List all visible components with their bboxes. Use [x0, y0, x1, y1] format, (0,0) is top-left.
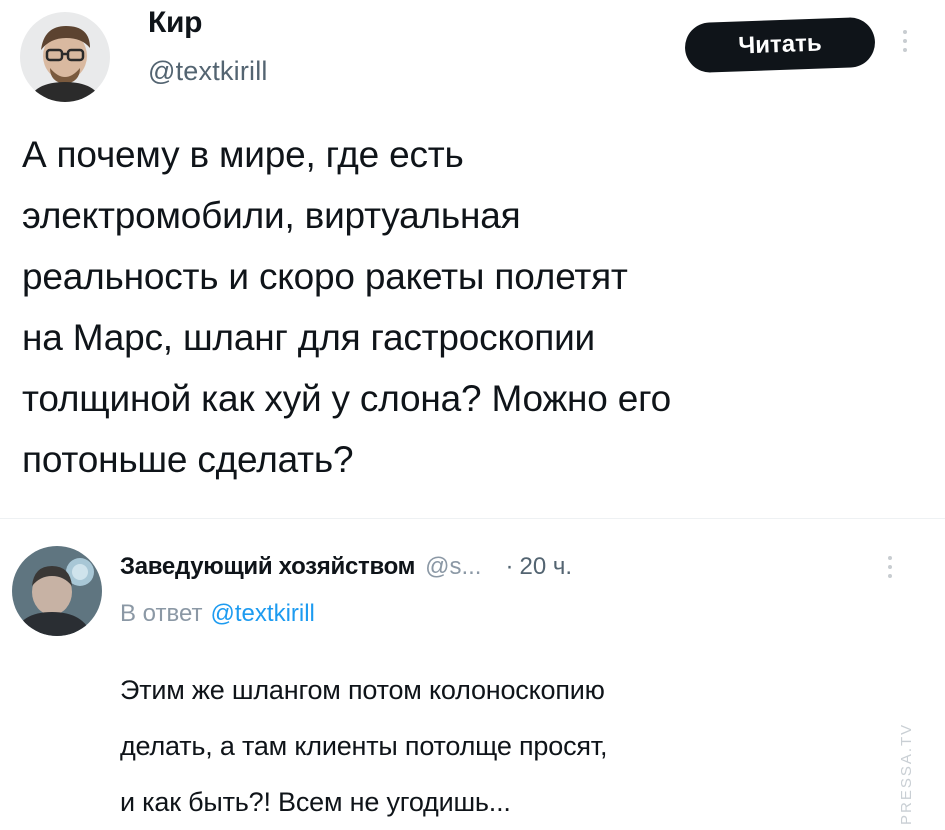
tweet-text-line: на Марс, шланг для гастроскопии [22, 317, 596, 358]
reply-author-handle[interactable]: @s... [425, 553, 481, 581]
reply-author-avatar[interactable] [12, 546, 102, 636]
reply-author-name[interactable]: Заведующий хозяйством [120, 553, 415, 581]
tweet-text-line: А почему в мире, где есть [22, 134, 464, 175]
tweet-text-line: толщиной как хуй у слона? Можно его [22, 378, 671, 419]
reply-text-line: и как быть?! Всем не угодишь... [120, 787, 511, 817]
reply-prefix: В ответ [120, 600, 203, 627]
reply-text-line: делать, а там клиенты потолще просят, [120, 731, 608, 761]
reply-text: Этим же шлангом потом колоноскопию делат… [120, 662, 607, 830]
watermark: PRESSA.TV [898, 722, 915, 825]
tweet-divider [0, 518, 945, 519]
tweet-text-line: реальность и скоро ракеты полетят [22, 256, 628, 297]
more-vertical-icon[interactable] [903, 30, 909, 52]
tweet-text-line: потоньше сделать? [22, 439, 354, 480]
reply-context: В ответ @textkirill [120, 600, 315, 628]
author-avatar[interactable] [20, 12, 110, 102]
tweet-text: А почему в мире, где есть электромобили,… [22, 124, 902, 490]
reply-mention-link[interactable]: @textkirill [211, 600, 315, 627]
author-name[interactable]: Кир [148, 6, 202, 40]
follow-button[interactable]: Читать [684, 16, 876, 74]
reply-text-line: Этим же шлангом потом колоноскопию [120, 675, 605, 705]
tweet-text-line: электромобили, виртуальная [22, 195, 521, 236]
reply-timestamp[interactable]: 20 ч. [519, 553, 572, 581]
header-separator: · [505, 553, 514, 580]
more-vertical-icon[interactable] [888, 556, 894, 578]
reply-header: Заведующий хозяйством @s... · 20 ч. [120, 553, 572, 581]
author-handle[interactable]: @textkirill [148, 56, 268, 87]
